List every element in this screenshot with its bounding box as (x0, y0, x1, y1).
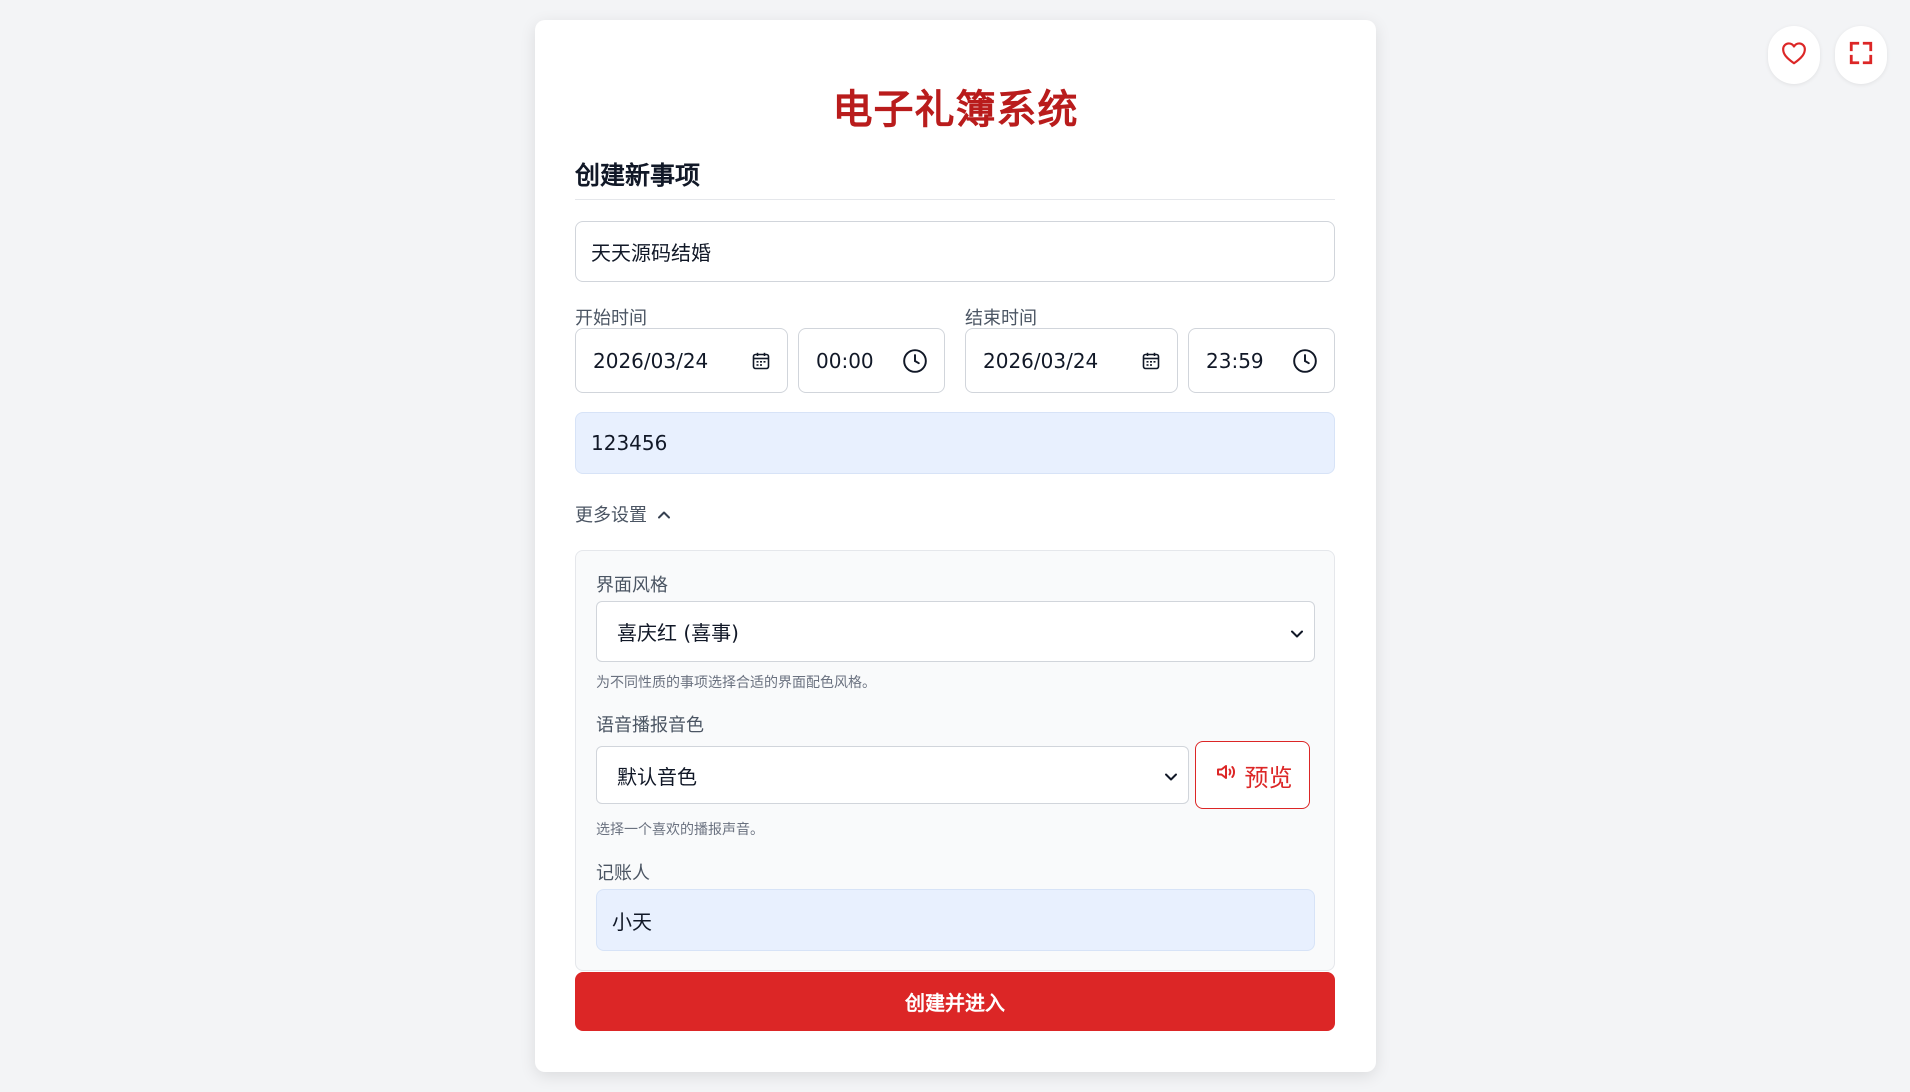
voice-selected-value: 默认音色 (617, 764, 697, 789)
section-divider (575, 199, 1335, 200)
chevron-down-icon (1290, 620, 1304, 644)
theme-select[interactable]: 喜庆红 (喜事) (596, 601, 1315, 662)
calendar-icon[interactable] (1141, 351, 1161, 371)
start-time-value: 00:00 (816, 348, 874, 373)
fullscreen-button[interactable] (1835, 26, 1887, 84)
end-time-label: 结束时间 (965, 308, 1037, 329)
voice-label: 语音播报音色 (596, 715, 704, 736)
clock-icon[interactable] (1292, 348, 1318, 374)
create-and-enter-button[interactable]: 创建并进入 (575, 972, 1335, 1031)
recorder-input[interactable] (596, 889, 1315, 951)
voice-select[interactable]: 默认音色 (596, 746, 1189, 804)
chevron-down-icon (1164, 763, 1178, 787)
more-settings-toggle[interactable]: 更多设置 (575, 501, 671, 527)
event-name-input[interactable] (575, 221, 1335, 282)
clock-icon[interactable] (902, 348, 928, 374)
start-date-value: 2026/03/24 (593, 348, 709, 373)
more-settings-label: 更多设置 (575, 505, 647, 526)
start-time-picker[interactable]: 00:00 (798, 328, 945, 393)
end-date-value: 2026/03/24 (983, 348, 1099, 373)
end-time-value: 23:59 (1206, 348, 1264, 373)
create-event-card: 电子礼簿系统 创建新事项 开始时间 结束时间 2026/03/24 00:00 (535, 20, 1376, 1072)
theme-label: 界面风格 (596, 575, 668, 596)
start-date-picker[interactable]: 2026/03/24 (575, 328, 788, 393)
start-time-label: 开始时间 (575, 308, 647, 329)
app-title: 电子礼簿系统 (832, 87, 1079, 133)
speaker-icon (1213, 760, 1239, 790)
voice-preview-button[interactable]: 预览 (1195, 741, 1310, 809)
fullscreen-icon (1848, 40, 1874, 70)
voice-hint: 选择一个喜欢的播报声音。 (596, 822, 764, 838)
calendar-icon[interactable] (751, 351, 771, 371)
section-title: 创建新事项 (575, 161, 701, 190)
recorder-label: 记账人 (596, 863, 650, 884)
voice-preview-label: 预览 (1244, 763, 1293, 792)
end-time-picker[interactable]: 23:59 (1188, 328, 1335, 393)
heart-icon (1781, 41, 1807, 69)
end-date-picker[interactable]: 2026/03/24 (965, 328, 1178, 393)
theme-selected-value: 喜庆红 (喜事) (617, 621, 739, 645)
chevron-up-icon (657, 504, 671, 525)
more-settings-panel: 界面风格 喜庆红 (喜事) 为不同性质的事项选择合适的界面配色风格。 语音播报音… (575, 550, 1335, 971)
theme-hint: 为不同性质的事项选择合适的界面配色风格。 (596, 675, 876, 691)
favorite-button[interactable] (1768, 26, 1820, 84)
password-input[interactable] (575, 412, 1335, 474)
